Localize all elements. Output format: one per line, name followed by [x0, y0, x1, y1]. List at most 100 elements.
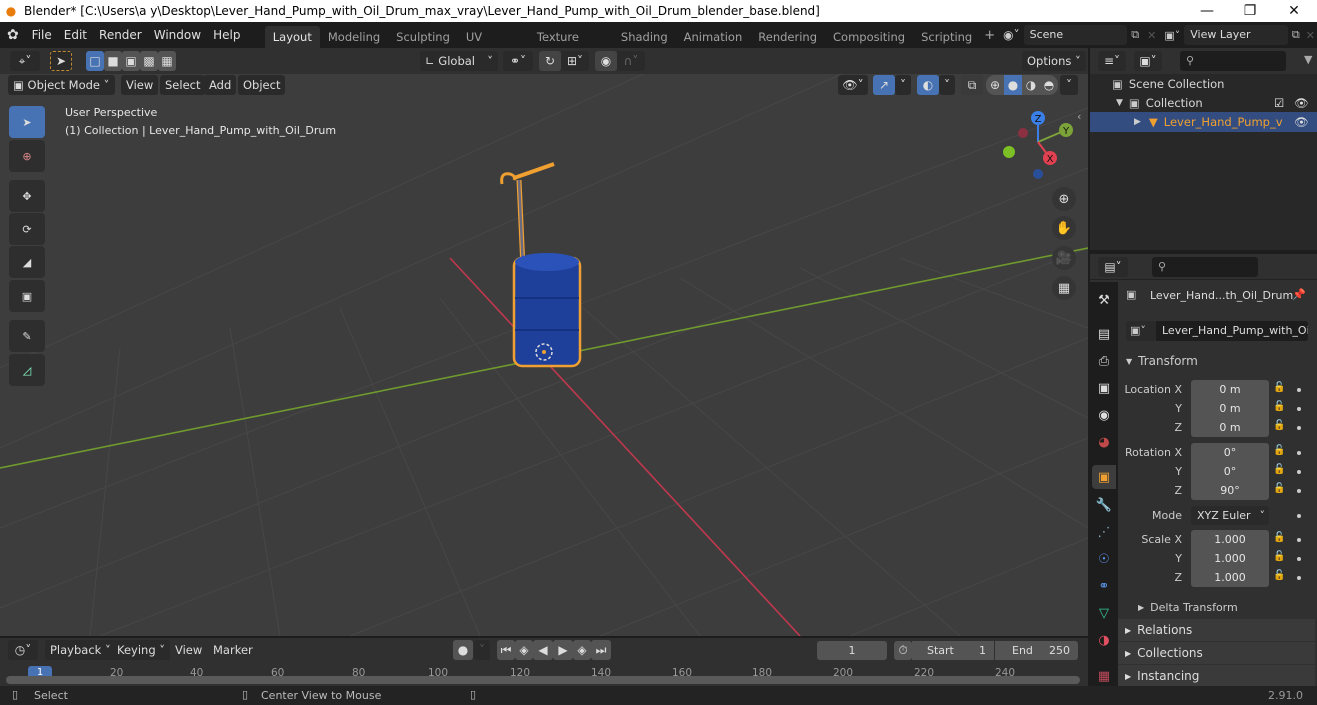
- timeline-editor-type-icon[interactable]: ◷˅: [8, 640, 38, 660]
- 3d-viewport[interactable]: User Perspective (1) Collection | Lever_…: [0, 48, 1088, 636]
- relations-panel-header[interactable]: ▶ Relations: [1118, 619, 1315, 641]
- delete-scene-icon[interactable]: ✕: [1143, 29, 1160, 42]
- location-y-field[interactable]: 0 m: [1191, 399, 1269, 418]
- menu-keying[interactable]: Keying ˅: [112, 640, 171, 660]
- menu-marker[interactable]: Marker: [208, 640, 258, 660]
- object-name-field[interactable]: Lever_Hand_Pump_with_Oil...: [1156, 321, 1308, 341]
- collections-panel-header[interactable]: ▶ Collections: [1118, 642, 1315, 664]
- object-visibility-eye-icon[interactable]: 👁: [1294, 115, 1309, 129]
- outliner-row-scene-collection[interactable]: ▣ Scene Collection: [1090, 74, 1317, 94]
- tab-sculpting[interactable]: Sculpting: [388, 26, 458, 48]
- outliner-editor-type-icon[interactable]: ≡˅: [1098, 51, 1126, 71]
- menu-window[interactable]: Window: [148, 22, 207, 48]
- shading-solid-icon[interactable]: ●: [1004, 75, 1022, 95]
- tool-rotate[interactable]: ⟳: [9, 213, 45, 245]
- exclude-checkbox[interactable]: ☑: [1274, 96, 1284, 110]
- scale-y-field[interactable]: 1.000: [1191, 549, 1269, 568]
- properties-editor-type-icon[interactable]: ▤˅: [1098, 257, 1128, 277]
- keyframe-rotation-x[interactable]: [1297, 451, 1301, 455]
- location-x-field[interactable]: 0 m: [1191, 380, 1269, 399]
- menu-playback[interactable]: Playback ˅: [45, 640, 116, 660]
- visibility-eye-icon[interactable]: 👁: [1294, 96, 1309, 110]
- menu-edit[interactable]: Edit: [58, 22, 93, 48]
- material-tab-icon[interactable]: ◑: [1092, 628, 1116, 652]
- lock-scale-z-icon[interactable]: 🔓: [1273, 570, 1285, 581]
- display-mode-icon[interactable]: ▣˅: [1134, 51, 1162, 71]
- rotation-x-field[interactable]: 0°: [1191, 443, 1269, 462]
- next-keyframe-icon[interactable]: ◈: [573, 640, 591, 660]
- pivot-point-icon[interactable]: ⚭˅: [503, 51, 533, 71]
- new-scene-icon[interactable]: ⧉: [1127, 28, 1143, 42]
- tool-select-box[interactable]: ➤: [9, 106, 45, 138]
- tab-shading[interactable]: Shading: [613, 26, 676, 48]
- snap-toggle-icon[interactable]: ↻: [539, 51, 561, 71]
- select-mode-new-icon[interactable]: □: [86, 51, 104, 71]
- filter-icon[interactable]: ▼: [1304, 53, 1312, 66]
- lock-scale-y-icon[interactable]: 🔓: [1273, 551, 1285, 562]
- pan-view-icon[interactable]: ✋: [1052, 216, 1076, 240]
- tool-move[interactable]: ✥: [9, 180, 45, 212]
- blender-menu-icon[interactable]: ✿: [0, 27, 26, 43]
- shading-rendered-icon[interactable]: ◓: [1040, 75, 1058, 95]
- tab-animation[interactable]: Animation: [676, 26, 751, 48]
- rotation-y-field[interactable]: 0°: [1191, 462, 1269, 481]
- tab-modeling[interactable]: Modeling: [320, 26, 388, 48]
- menu-timeline-view[interactable]: View: [170, 640, 207, 660]
- outliner-row-object[interactable]: ▶ ▼ Lever_Hand_Pump_v 👁: [1090, 112, 1317, 132]
- play-icon[interactable]: ▶: [553, 640, 573, 660]
- keyframe-location-y[interactable]: [1297, 407, 1301, 411]
- pin-icon[interactable]: 📌: [1292, 288, 1306, 301]
- zoom-view-icon[interactable]: ⊕: [1052, 187, 1076, 211]
- tab-rendering[interactable]: Rendering: [750, 26, 825, 48]
- delta-transform-subpanel[interactable]: ▶ Delta Transform: [1138, 601, 1238, 614]
- select-mode-intersect-icon[interactable]: ▦: [158, 51, 176, 71]
- keyframe-scale-y[interactable]: [1297, 557, 1301, 561]
- data-tab-icon[interactable]: ▽: [1092, 601, 1116, 625]
- scene-name-field[interactable]: Scene: [1023, 25, 1128, 45]
- keyframe-location-z[interactable]: [1297, 426, 1301, 430]
- instancing-panel-header[interactable]: ▶ Instancing: [1118, 665, 1315, 687]
- overlay-options-icon[interactable]: ˅: [939, 75, 955, 95]
- lock-location-z-icon[interactable]: 🔓: [1273, 420, 1285, 431]
- rotation-mode-dropdown[interactable]: XYZ Euler ˅: [1191, 506, 1269, 525]
- maximize-button[interactable]: ❐: [1228, 0, 1272, 22]
- tab-scripting[interactable]: Scripting: [913, 26, 980, 48]
- tool-measure[interactable]: ◿: [9, 354, 45, 386]
- keyframe-rotation-y[interactable]: [1297, 470, 1301, 474]
- location-z-field[interactable]: 0 m: [1191, 418, 1269, 437]
- menu-add[interactable]: Add: [204, 75, 237, 95]
- shading-material-icon[interactable]: ◑: [1022, 75, 1040, 95]
- tab-layout[interactable]: Layout: [264, 26, 320, 48]
- camera-view-icon[interactable]: 🎥: [1052, 246, 1076, 270]
- keying-set-icon[interactable]: ˅: [474, 640, 490, 660]
- outliner-search-input[interactable]: ⚲: [1180, 51, 1286, 71]
- snap-target-icon[interactable]: ⊞˅: [561, 51, 589, 71]
- minimize-button[interactable]: —: [1185, 0, 1229, 22]
- lock-scale-x-icon[interactable]: 🔓: [1273, 532, 1285, 543]
- prev-keyframe-icon[interactable]: ◈: [515, 640, 533, 660]
- options-dropdown[interactable]: Options ˅: [1022, 51, 1086, 71]
- start-frame-field[interactable]: Start 1: [912, 641, 994, 660]
- lock-rotation-y-icon[interactable]: 🔓: [1273, 464, 1285, 475]
- scene-selector-icon[interactable]: ◉˅: [999, 28, 1023, 42]
- overlay-toggle-icon[interactable]: ◐: [917, 75, 939, 95]
- scale-x-field[interactable]: 1.000: [1191, 530, 1269, 549]
- jump-end-icon[interactable]: ⏭: [591, 640, 611, 660]
- view-layer-selector-icon[interactable]: ▣˅: [1160, 29, 1184, 42]
- output-tab-icon[interactable]: ⎙: [1092, 349, 1116, 373]
- tab-uv-editing[interactable]: UV Editing: [458, 26, 529, 66]
- tool-annotate[interactable]: ✎: [9, 320, 45, 352]
- close-button[interactable]: ✕: [1272, 0, 1316, 22]
- gizmo-toggle-icon[interactable]: ↗: [873, 75, 895, 95]
- transform-orientation-dropdown[interactable]: ∟ Global ˅: [420, 51, 498, 71]
- menu-help[interactable]: Help: [207, 22, 246, 48]
- new-view-layer-icon[interactable]: ⧉: [1288, 28, 1304, 42]
- add-workspace-button[interactable]: +: [980, 28, 999, 43]
- tab-compositing[interactable]: Compositing: [825, 26, 913, 48]
- texture-tab-icon[interactable]: ▦: [1092, 664, 1116, 688]
- current-frame-field[interactable]: 1: [817, 641, 887, 660]
- object-browse-icon[interactable]: ▣˅: [1126, 321, 1156, 341]
- select-tool-icon[interactable]: ➤: [50, 51, 72, 71]
- play-reverse-icon[interactable]: ◀: [533, 640, 553, 660]
- transform-panel-header[interactable]: ▼ Transform: [1126, 354, 1198, 368]
